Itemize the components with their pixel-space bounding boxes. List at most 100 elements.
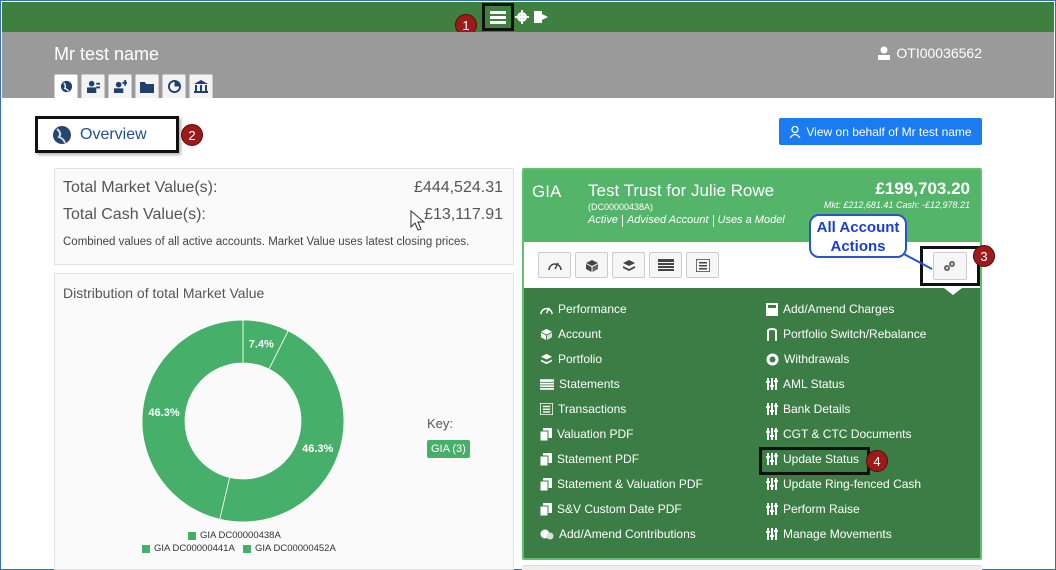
- tab-client-details[interactable]: [81, 74, 105, 98]
- total-cash-row: Total Cash Value(s): £13,117.91: [63, 206, 503, 224]
- action-statements[interactable]: Statements: [540, 377, 620, 391]
- tab-analysis[interactable]: [162, 74, 186, 98]
- calculator-icon: [766, 302, 778, 316]
- bank-icon: [194, 80, 208, 93]
- globe-icon: [60, 80, 72, 93]
- donut-slice-label: 7.4%: [249, 339, 274, 351]
- logout-icon[interactable]: [533, 9, 549, 25]
- account-card-header: GIA Test Trust for Julie Rowe (DC0000043…: [524, 170, 980, 242]
- portfolio-tool-button[interactable]: [612, 252, 645, 278]
- sliders-icon: [766, 403, 778, 415]
- user-icon: [878, 46, 891, 60]
- legend-label: GIA DC00000441A: [154, 543, 235, 554]
- action-label: S&V Custom Date PDF: [557, 502, 682, 516]
- legend-label: GIA DC00000438A: [200, 530, 281, 541]
- action-sv-custom-date-pdf[interactable]: S&V Custom Date PDF: [540, 502, 682, 516]
- donut-chart: 7.4% 46.3% 46.3%: [141, 319, 345, 523]
- speedometer-icon: [547, 262, 562, 271]
- coins-icon: [540, 529, 554, 539]
- document-icon: [540, 502, 552, 516]
- total-market-value: £444,524.31: [414, 179, 503, 196]
- action-cgt-ctc-documents[interactable]: CGT & CTC Documents: [766, 427, 911, 441]
- overview-title: Overview: [80, 125, 147, 143]
- update-status-highlight: [759, 447, 870, 475]
- hamburger-icon: [490, 11, 506, 24]
- action-withdrawals[interactable]: Withdrawals: [766, 352, 849, 366]
- view-on-behalf-label: View on behalf of Mr test name: [806, 124, 972, 139]
- performance-tool-button[interactable]: [538, 252, 571, 278]
- transactions-tool-button[interactable]: [686, 252, 719, 278]
- action-label: Withdrawals: [784, 352, 850, 366]
- action-aml-status[interactable]: AML Status: [766, 377, 845, 391]
- tab-overview[interactable]: [54, 74, 78, 98]
- action-statement-valuation-pdf[interactable]: Statement & Valuation PDF: [540, 477, 703, 491]
- total-cash-value: £13,117.91: [424, 206, 503, 223]
- switch-icon: [767, 327, 777, 341]
- user-card-icon: [86, 80, 100, 93]
- top-bar: [2, 2, 1054, 32]
- legend-label: GIA DC00000452A: [255, 543, 336, 554]
- action-portfolio[interactable]: Portfolio: [540, 352, 602, 366]
- box-icon: [540, 328, 553, 340]
- sliders-icon: [766, 428, 778, 440]
- totals-note: Combined values of all active accounts. …: [63, 236, 470, 248]
- tag-advised: Advised Account: [626, 214, 709, 226]
- withdraw-icon: [766, 353, 779, 365]
- tag-separator: [621, 215, 623, 227]
- client-name: Mr test name: [54, 44, 160, 64]
- sliders-icon: [766, 478, 778, 490]
- action-perform-raise[interactable]: Perform Raise: [766, 502, 860, 516]
- sliders-icon: [766, 528, 778, 540]
- gear-icon[interactable]: [515, 10, 529, 24]
- account-amount: £199,703.20: [875, 179, 970, 198]
- view-on-behalf-button[interactable]: View on behalf of Mr test name: [779, 118, 982, 145]
- action-account[interactable]: Account: [540, 327, 601, 341]
- distribution-title: Distribution of total Market Value: [63, 285, 265, 301]
- tab-documents[interactable]: [135, 74, 159, 98]
- account-name[interactable]: Test Trust for Julie Rowe: [588, 181, 774, 201]
- account-tool-button[interactable]: [575, 252, 608, 278]
- action-bank-details[interactable]: Bank Details: [766, 402, 850, 416]
- list-icon: [540, 403, 553, 415]
- all-account-actions-callout: All Account Actions: [809, 214, 907, 258]
- tab-add-account[interactable]: [108, 74, 132, 98]
- action-update-ring-fenced-cash[interactable]: Update Ring-fenced Cash: [766, 477, 921, 491]
- action-label: Statement PDF: [557, 452, 640, 466]
- tag-active: Active: [588, 214, 618, 226]
- layers-icon: [622, 259, 635, 271]
- action-label: Add/Amend Contributions: [559, 527, 696, 541]
- legend-item: GIA DC00000438A: [188, 530, 281, 541]
- step-badge-2: 2: [181, 124, 203, 146]
- account-card: GIA Test Trust for Julie Rowe (DC0000043…: [522, 168, 982, 560]
- tag-model: Uses a Model: [717, 214, 785, 226]
- globe-icon: [53, 125, 71, 144]
- legend-item: GIA DC00000441A: [142, 543, 235, 554]
- next-card-edge: [522, 565, 982, 570]
- tab-bank[interactable]: [189, 74, 213, 98]
- action-add-amend-contributions[interactable]: Add/Amend Contributions: [540, 527, 696, 541]
- action-label: Transactions: [558, 402, 627, 416]
- user-plus-icon: [113, 80, 127, 93]
- action-statement-pdf[interactable]: Statement PDF: [540, 452, 639, 466]
- totals-panel: Total Market Value(s): £444,524.31 Total…: [54, 168, 514, 265]
- action-add-amend-charges[interactable]: Add/Amend Charges: [766, 302, 894, 316]
- statements-tool-button[interactable]: [649, 252, 682, 278]
- action-transactions[interactable]: Transactions: [540, 402, 626, 416]
- action-portfolio-switch[interactable]: Portfolio Switch/Rebalance: [766, 327, 926, 341]
- action-label: Statements: [559, 377, 620, 391]
- client-tabs: [54, 74, 213, 98]
- client-header: Mr test name OTI00036562: [2, 32, 1054, 98]
- action-valuation-pdf[interactable]: Valuation PDF: [540, 427, 633, 441]
- action-performance[interactable]: Performance: [540, 302, 627, 316]
- table-icon: [657, 259, 674, 271]
- step-badge-3: 3: [973, 245, 995, 267]
- overview-heading: Overview: [35, 116, 179, 153]
- action-label: AML Status: [783, 377, 845, 391]
- donut-slice-label: 46.3%: [148, 407, 179, 419]
- key-label: Key:: [427, 416, 454, 431]
- toolbar-pointer: [944, 288, 962, 295]
- key-chip[interactable]: GIA (3): [427, 440, 470, 458]
- action-manage-movements[interactable]: Manage Movements: [766, 527, 892, 541]
- menu-button[interactable]: [482, 3, 514, 31]
- legend-swatch: [243, 544, 251, 553]
